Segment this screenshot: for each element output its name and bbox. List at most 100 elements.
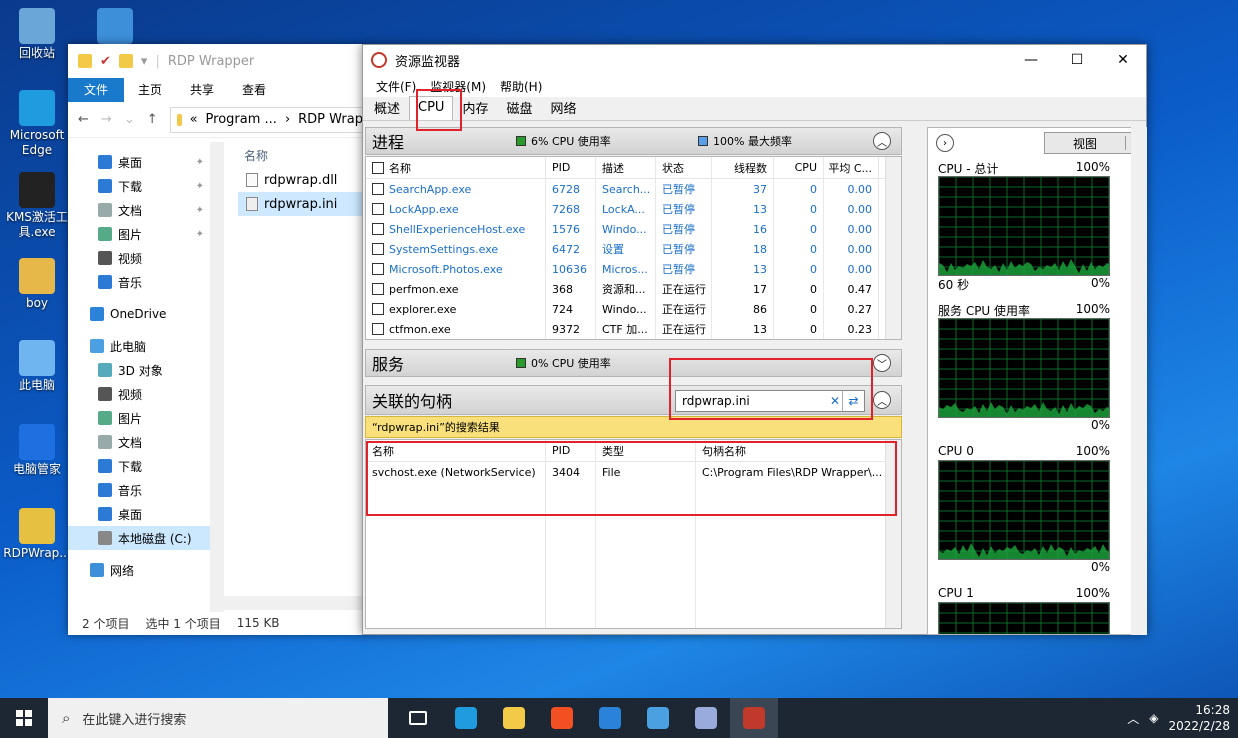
nav-item[interactable]: 桌面 ✦: [68, 150, 210, 174]
row-checkbox[interactable]: [372, 263, 384, 275]
table-row[interactable]: SearchApp.exe 6728 Search... 已暂停 37 0 0.00: [366, 179, 901, 199]
dropdown-icon[interactable]: ▾: [141, 54, 148, 69]
nav-scrollbar[interactable]: [210, 142, 224, 612]
forward-arrow-icon[interactable]: →: [101, 112, 112, 127]
row-checkbox[interactable]: [372, 183, 384, 195]
column-header[interactable]: PID: [546, 157, 596, 178]
tab-disk[interactable]: 磁盘: [497, 98, 541, 120]
address-bar[interactable]: « Program ... › RDP Wrap: [169, 106, 364, 133]
clock[interactable]: 16:28 2022/2/28: [1168, 702, 1230, 734]
nav-item[interactable]: 文档 ✦: [68, 198, 210, 222]
nav-item[interactable]: 音乐: [68, 478, 210, 502]
table-row[interactable]: LockApp.exe 7268 LockA... 已暂停 13 0 0.00: [366, 199, 901, 219]
chevron-up-icon[interactable]: ︿: [1127, 710, 1139, 727]
column-header[interactable]: 状态: [656, 157, 712, 178]
nav-item[interactable]: 此电脑: [68, 334, 210, 358]
horizontal-scrollbar[interactable]: [224, 596, 364, 610]
dropdown-icon[interactable]: ⌄: [124, 112, 135, 127]
row-checkbox[interactable]: [372, 303, 384, 315]
minimize-button[interactable]: —: [1008, 45, 1054, 75]
expand-down-icon[interactable]: ﹀: [873, 354, 891, 372]
row-checkbox[interactable]: [372, 203, 384, 215]
nav-item[interactable]: OneDrive: [68, 302, 210, 326]
table-row[interactable]: SystemSettings.exe 6472 设置 已暂停 18 0 0.00: [366, 239, 901, 259]
table-row[interactable]: ShellExperienceHost.exe 1576 Windo... 已暂停 16…: [366, 219, 901, 239]
cell-pid: 7268: [552, 202, 580, 216]
menu-help[interactable]: 帮助(H): [493, 78, 549, 95]
taskbar-app-resource-monitor[interactable]: [730, 698, 778, 738]
taskbar-app-edge[interactable]: [442, 698, 490, 738]
taskbar-app-remote-desktop[interactable]: [634, 698, 682, 738]
nav-item[interactable]: 网络: [68, 558, 210, 582]
ribbon-tab-file[interactable]: 文件: [68, 78, 125, 102]
nav-item[interactable]: 桌面: [68, 502, 210, 526]
select-all-checkbox[interactable]: [372, 161, 384, 174]
nav-item-label: 视频: [118, 387, 143, 402]
file-item[interactable]: rdpwrap.ini: [238, 192, 364, 216]
row-checkbox[interactable]: [372, 283, 384, 295]
desktop-icon[interactable]: 电脑管家: [2, 424, 72, 477]
back-arrow-icon[interactable]: ←: [78, 112, 89, 127]
table-cell: 已暂停: [656, 199, 712, 219]
column-header[interactable]: 描述: [596, 157, 656, 178]
nav-item[interactable]: 下载 ✦: [68, 174, 210, 198]
ribbon-tab-share[interactable]: 共享: [176, 78, 228, 102]
row-checkbox[interactable]: [372, 223, 384, 235]
checkmark-icon[interactable]: ✔: [100, 54, 111, 69]
chevron-right-icon[interactable]: ›: [936, 134, 954, 152]
taskbar-search[interactable]: ⌕ 在此键入进行搜索: [48, 698, 388, 738]
nav-item[interactable]: 视频: [68, 382, 210, 406]
row-checkbox[interactable]: [372, 323, 384, 335]
desktop-icon[interactable]: RDPWrap...: [2, 508, 72, 561]
taskbar-app-task-view[interactable]: [394, 698, 442, 738]
desktop-icon[interactable]: 回收站: [2, 8, 72, 61]
perf-monitor-icon: [695, 707, 717, 729]
nav-item[interactable]: 音乐: [68, 270, 210, 294]
breadcrumb-rdp-wrapper[interactable]: RDP Wrap: [298, 112, 363, 127]
ribbon-tab-home[interactable]: 主页: [124, 78, 176, 102]
table-cell: ctfmon.exe: [366, 319, 546, 339]
processes-header[interactable]: 进程 6% CPU 使用率 100% 最大频率 ︿: [365, 127, 902, 155]
table-row[interactable]: Microsoft.Photos.exe 10636 Micros... 已暂停 13 0…: [366, 259, 901, 279]
collapse-up-icon[interactable]: ︿: [873, 132, 891, 150]
desktop-icon[interactable]: 此电脑: [2, 340, 72, 393]
process-scrollbar[interactable]: [885, 157, 901, 339]
column-header-name[interactable]: 名称: [238, 142, 364, 168]
column-header[interactable]: CPU: [774, 157, 824, 178]
taskbar-app-store[interactable]: [538, 698, 586, 738]
nav-item[interactable]: 图片 ✦: [68, 222, 210, 246]
tab-network[interactable]: 网络: [541, 98, 585, 120]
view-dropdown[interactable]: 视图 ▾: [1044, 132, 1144, 154]
file-item[interactable]: rdpwrap.dll: [238, 168, 364, 192]
collapse-up-icon[interactable]: ︿: [873, 391, 891, 409]
desktop-icon[interactable]: Microsoft Edge: [2, 90, 72, 158]
column-header[interactable]: 线程数: [712, 157, 774, 178]
table-row[interactable]: ctfmon.exe 9372 CTF 加... 正在运行 13 0 0.23: [366, 319, 901, 339]
table-row[interactable]: explorer.exe 724 Windo... 正在运行 86 0 0.27: [366, 299, 901, 319]
file-name: rdpwrap.ini: [264, 196, 338, 212]
taskbar-app-mail[interactable]: [586, 698, 634, 738]
column-header[interactable]: 名称: [366, 157, 546, 178]
close-button[interactable]: ✕: [1100, 45, 1146, 75]
taskbar-app-file-explorer[interactable]: [490, 698, 538, 738]
table-row[interactable]: perfmon.exe 368 资源和... 正在运行 17 0 0.47: [366, 279, 901, 299]
ribbon-tab-view[interactable]: 查看: [228, 78, 280, 102]
start-button[interactable]: [0, 698, 48, 738]
taskbar-app-perf-monitor[interactable]: [682, 698, 730, 738]
nav-item[interactable]: 3D 对象: [68, 358, 210, 382]
nav-item[interactable]: 本地磁盘 (C:): [68, 526, 210, 550]
nav-item[interactable]: 视频: [68, 246, 210, 270]
row-checkbox[interactable]: [372, 243, 384, 255]
column-header[interactable]: 平均 C...: [824, 157, 879, 178]
breadcrumb-program-files[interactable]: Program ...: [206, 112, 277, 127]
desktop-icon[interactable]: boy: [2, 258, 72, 311]
maximize-button[interactable]: ☐: [1054, 45, 1100, 75]
security-icon[interactable]: ◈: [1149, 711, 1158, 725]
graph-scrollbar[interactable]: [1131, 127, 1147, 635]
tab-overview[interactable]: 概述: [365, 98, 409, 120]
nav-item[interactable]: 下载: [68, 454, 210, 478]
up-arrow-icon[interactable]: ↑: [147, 112, 158, 127]
nav-item[interactable]: 文档: [68, 430, 210, 454]
nav-item[interactable]: 图片: [68, 406, 210, 430]
desktop-icon[interactable]: KMS激活工具.exe: [2, 172, 72, 240]
